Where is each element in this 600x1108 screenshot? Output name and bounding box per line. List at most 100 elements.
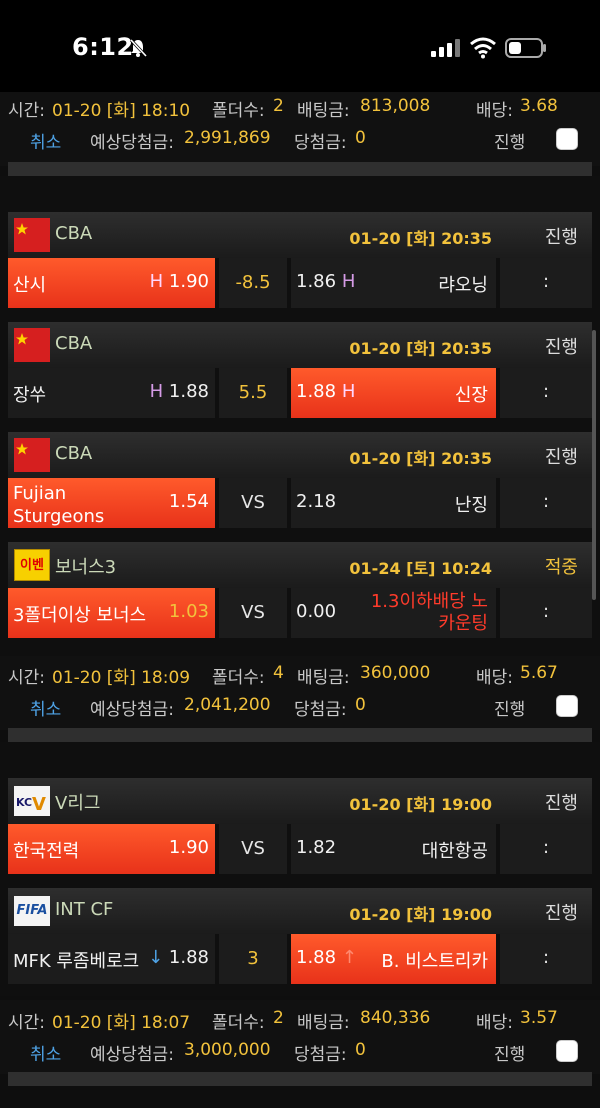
bet-amount: 813,008 xyxy=(360,96,431,116)
handicap-marker: H xyxy=(149,381,164,402)
total-odds: 3.57 xyxy=(520,1008,558,1028)
home-odds-button[interactable]: 산시 H 1.90 xyxy=(8,258,215,308)
kovo-logo-icon: KC V xyxy=(14,786,50,816)
away-odds-button[interactable]: 1.82 대한항공 xyxy=(291,824,496,874)
away-odds-button[interactable]: 0.00 1.3이하배당 노카운팅 xyxy=(291,588,496,638)
vs-label: VS xyxy=(219,824,287,874)
away-odds: 1.88 xyxy=(296,381,337,402)
more-button[interactable]: : xyxy=(500,478,592,528)
league-name: CBA xyxy=(55,223,93,244)
odds-up-arrow-icon: ↑ xyxy=(341,947,357,968)
more-button[interactable]: : xyxy=(500,368,592,418)
win-amount: 0 xyxy=(355,695,366,715)
league-name: CBA xyxy=(55,333,93,354)
league-header: FIFA INT CF 01-20 [화] 19:00 진행 xyxy=(8,888,592,934)
home-odds-button[interactable]: Fujian Sturgeons 1.54 xyxy=(8,478,215,528)
wifi-icon xyxy=(470,37,496,59)
handicap-line: 5.5 xyxy=(219,368,287,418)
win-label: 당첨금: xyxy=(294,700,347,720)
vs-label: VS xyxy=(219,478,287,528)
cancel-link[interactable]: 취소 xyxy=(30,695,61,720)
clock: 6:12 xyxy=(72,33,134,61)
away-odds-button[interactable]: 2.18 난징 xyxy=(291,478,496,528)
league-name: V리그 xyxy=(55,793,101,814)
win-amount: 0 xyxy=(355,1040,366,1060)
china-flag-icon xyxy=(14,218,50,252)
win-label: 당첨금: xyxy=(294,133,347,153)
bet-amount-label: 배팅금: xyxy=(297,101,350,121)
game-status: 진행 xyxy=(544,903,578,924)
bell-muted-icon xyxy=(129,38,148,58)
home-odds: 1.90 xyxy=(168,837,209,858)
more-button[interactable]: : xyxy=(500,588,592,638)
vs-label: VS xyxy=(219,588,287,638)
bet-checkbox[interactable] xyxy=(556,695,578,717)
game-status: 진행 xyxy=(544,447,578,468)
odds-row: 장쑤 H 1.88 5.5 1.88 H 신장 : xyxy=(8,368,592,418)
cancel-link[interactable]: 취소 xyxy=(30,1040,61,1065)
home-odds-button[interactable]: 장쑤 H 1.88 xyxy=(8,368,215,418)
expected-win-label: 예상당첨금: xyxy=(90,133,174,153)
folders-count: 2 xyxy=(273,96,284,116)
svg-text:KC: KC xyxy=(16,796,32,809)
svg-text:V: V xyxy=(32,794,46,815)
away-team: 1.3이하배당 노카운팅 xyxy=(370,591,488,634)
league-header: CBA 01-20 [화] 20:35 진행 xyxy=(8,432,592,478)
home-odds: 1.90 xyxy=(168,271,209,292)
expected-win-label: 예상당첨금: xyxy=(90,1045,174,1065)
fifa-logo-icon: FIFA xyxy=(14,896,50,926)
home-odds: 1.03 xyxy=(168,601,209,622)
bet-status: 진행 xyxy=(494,1045,526,1065)
cellular-signal-icon xyxy=(431,39,460,57)
folders-label: 폴더수: xyxy=(212,101,265,121)
home-odds: 1.54 xyxy=(168,491,209,512)
odds-row: 3폴더이상 보너스 1.03 VS 0.00 1.3이하배당 노카운팅 : xyxy=(8,588,592,638)
bet-checkbox[interactable] xyxy=(556,128,578,150)
odds-row: 한국전력 1.90 VS 1.82 대한항공 : xyxy=(8,824,592,874)
folders-count: 4 xyxy=(273,663,284,683)
game-datetime: 01-20 [화] 20:35 xyxy=(349,449,492,468)
odds-label: 배당: xyxy=(476,1013,514,1033)
more-button[interactable]: : xyxy=(500,824,592,874)
expected-win: 3,000,000 xyxy=(184,1040,271,1060)
odds-row: MFK 루좀베로크 ↓ 1.88 3 1.88 ↑ B. 비스트리카 : xyxy=(8,934,592,984)
game-datetime: 01-20 [화] 19:00 xyxy=(349,905,492,924)
odds-label: 배당: xyxy=(476,101,514,121)
home-odds-button[interactable]: 3폴더이상 보너스 1.03 xyxy=(8,588,215,638)
away-odds-button[interactable]: 1.88 ↑ B. 비스트리카 xyxy=(291,934,496,984)
odds-row: Fujian Sturgeons 1.54 VS 2.18 난징 : xyxy=(8,478,592,528)
bet-games-list: CBA 01-20 [화] 20:35 진행 산시 H 1.90 -8.5 1.… xyxy=(0,176,600,656)
win-amount: 0 xyxy=(355,128,366,148)
away-odds-button[interactable]: 1.86 H 랴오닝 xyxy=(291,258,496,308)
game-datetime: 01-24 [토] 10:24 xyxy=(349,559,492,578)
battery-icon xyxy=(505,38,546,58)
game-datetime: 01-20 [화] 19:00 xyxy=(349,795,492,814)
home-odds-button[interactable]: 한국전력 1.90 xyxy=(8,824,215,874)
folders-count: 2 xyxy=(273,1008,284,1028)
home-team: 장쑤 xyxy=(13,385,47,406)
away-odds-button[interactable]: 1.88 H 신장 xyxy=(291,368,496,418)
more-button[interactable]: : xyxy=(500,258,592,308)
away-team: 난징 xyxy=(454,495,488,516)
cancel-link[interactable]: 취소 xyxy=(30,128,61,153)
bet-amount-label: 배팅금: xyxy=(297,1013,350,1033)
league-name: INT CF xyxy=(55,899,114,920)
game-status: 진행 xyxy=(544,793,578,814)
away-team: 신장 xyxy=(454,385,488,406)
bet-time: 01-20 [화] 18:09 xyxy=(52,668,191,688)
league-name: 보너스3 xyxy=(55,557,117,578)
odds-down-arrow-icon: ↓ xyxy=(148,947,164,968)
away-team: 대한항공 xyxy=(421,841,488,862)
scrollbar[interactable] xyxy=(592,330,596,600)
total-odds: 3.68 xyxy=(520,96,558,116)
divider xyxy=(8,1072,592,1086)
game-datetime: 01-20 [화] 20:35 xyxy=(349,339,492,358)
away-odds: 1.88 xyxy=(296,947,337,968)
more-button[interactable]: : xyxy=(500,934,592,984)
handicap-marker: H xyxy=(341,271,356,292)
bet-checkbox[interactable] xyxy=(556,1040,578,1062)
away-odds: 0.00 xyxy=(296,601,337,622)
home-odds-button[interactable]: MFK 루좀베로크 ↓ 1.88 xyxy=(8,934,215,984)
folders-label: 폴더수: xyxy=(212,1013,265,1033)
handicap-line: 3 xyxy=(219,934,287,984)
